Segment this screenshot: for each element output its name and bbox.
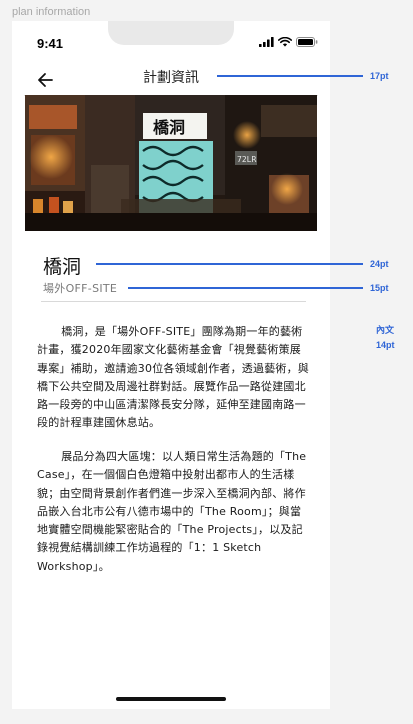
- annotation-header-size: 17pt: [370, 71, 389, 81]
- plate-text: 72LR: [237, 155, 256, 164]
- wifi-icon: [278, 37, 292, 47]
- signal-icon: [259, 37, 274, 47]
- annotation-line-subtitle: [128, 287, 363, 289]
- home-indicator: [116, 697, 226, 701]
- annotation-subtitle-size: 15pt: [370, 283, 389, 293]
- battery-icon: [296, 37, 318, 47]
- annotation-line-header: [217, 75, 363, 77]
- body-paragraph: 橋洞，是「場外OFF-SITE」團隊為期一年的藝術計畫，獲2020年國家文化藝術…: [37, 325, 309, 430]
- content-title: 橋洞: [43, 256, 82, 278]
- status-icons: [259, 37, 318, 47]
- annotation-line-title: [96, 263, 363, 265]
- status-bar: 9:41: [12, 21, 330, 65]
- notch: [108, 21, 234, 45]
- content-subtitle: 場外OFF-SITE: [43, 282, 118, 295]
- canvas-label: plan information: [12, 6, 91, 18]
- phone-screen: 9:41 計劃資訊 橋洞 72LR 橋洞 場外OFF-SITE 橋洞，是「場外O…: [12, 21, 330, 709]
- body-paragraph: 展品分為四大區塊：以人類日常生活為題的「The Case」，在一個個白色燈箱中投…: [37, 450, 307, 573]
- annotation-title-size: 24pt: [370, 259, 389, 269]
- hero-image: 橋洞 72LR: [25, 95, 317, 231]
- title-divider: [41, 301, 306, 302]
- annotation-body-size: 14pt: [376, 340, 395, 350]
- sign-text: 橋洞: [153, 118, 185, 137]
- hero-photo: 橋洞 72LR: [25, 95, 317, 231]
- annotation-body-label: 內文: [376, 325, 395, 335]
- status-time: 9:41: [37, 36, 64, 51]
- page-title: 計劃資訊: [143, 70, 199, 86]
